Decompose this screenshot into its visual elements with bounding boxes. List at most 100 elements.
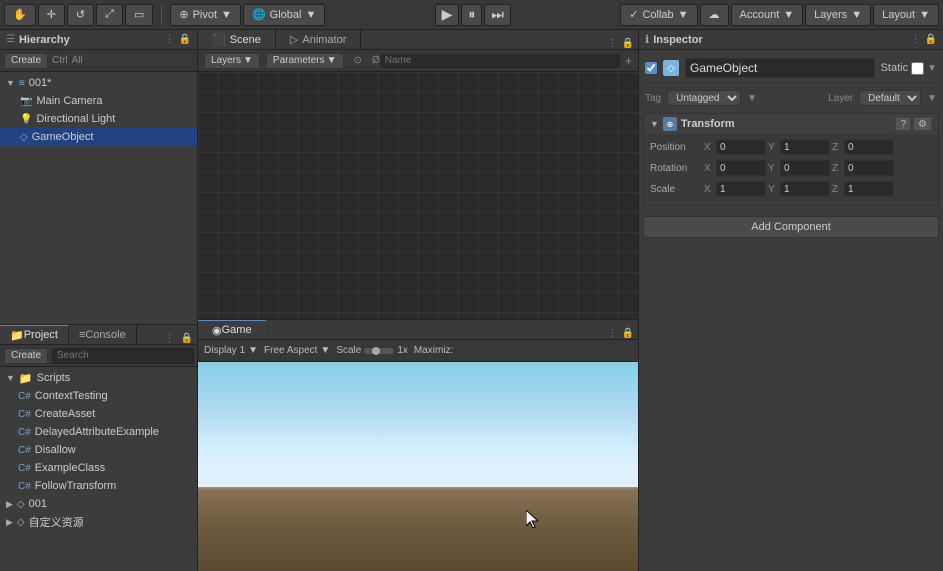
- project-item-createasset[interactable]: C# CreateAsset: [0, 405, 197, 423]
- pos-x-axis: X: [704, 142, 714, 153]
- scene-parameters-button[interactable]: Parameters ▼: [266, 53, 344, 69]
- transform-settings-button[interactable]: ⚙: [913, 117, 932, 131]
- project-item-disallow[interactable]: C# Disallow: [0, 441, 197, 459]
- project-search-input[interactable]: [52, 348, 194, 364]
- display-arrow: ▼: [248, 345, 258, 356]
- project-create-button[interactable]: Create: [4, 348, 48, 364]
- position-label: Position: [650, 142, 700, 153]
- scale-z-input[interactable]: [844, 181, 894, 197]
- scale-x-input[interactable]: [716, 181, 766, 197]
- scene-add-icon[interactable]: +: [621, 54, 632, 68]
- transform-arrow-icon: ▼: [650, 119, 659, 129]
- account-button[interactable]: Account ▼: [731, 4, 804, 26]
- inspector-options-icon[interactable]: ⋮: [911, 34, 921, 45]
- scene-lock-icon[interactable]: 🔒: [622, 38, 638, 49]
- scene-layers-button[interactable]: Layers ▼: [204, 53, 260, 69]
- rot-x-axis: X: [704, 163, 714, 174]
- hierarchy-scene-item[interactable]: ▼ ≡ 001*: [0, 74, 197, 92]
- scene-toggle-icon[interactable]: ⊙: [350, 55, 366, 66]
- layout-button[interactable]: Layout ▼: [873, 4, 939, 26]
- hand-tool-button[interactable]: ✋: [4, 4, 36, 26]
- project-item-exampleclass[interactable]: C# ExampleClass: [0, 459, 197, 477]
- game-lock-icon[interactable]: 🔒: [622, 328, 638, 339]
- transform-header[interactable]: ▼ ⊕ Transform ? ⚙: [644, 114, 938, 134]
- pause-button[interactable]: ⏸: [461, 4, 482, 26]
- transform-fields: Position X Y Z: [644, 134, 938, 205]
- game-section: ◉ Game ⋮ 🔒 Display 1 ▼ Free Aspect ▼ Sca…: [198, 320, 638, 571]
- hierarchy-create-button[interactable]: Create: [4, 53, 48, 69]
- project-scripts-folder[interactable]: ▼ 📁 Scripts: [0, 369, 197, 387]
- transform-book-button[interactable]: ?: [895, 117, 911, 131]
- gameobject-name-input[interactable]: [685, 58, 875, 78]
- hierarchy-camera-item[interactable]: 📷 Main Camera: [0, 92, 197, 110]
- scene-options-icon[interactable]: ⋮: [608, 38, 622, 49]
- project-item-followtransform[interactable]: C# FollowTransform: [0, 477, 197, 495]
- hierarchy-light-item[interactable]: 💡 Directional Light: [0, 110, 197, 128]
- hierarchy-ctrl-label: Ctrl: [52, 55, 68, 66]
- hierarchy-gameobject-item[interactable]: ◇ GameObject: [0, 128, 197, 146]
- scale-label: Scale: [336, 345, 361, 356]
- step-button[interactable]: ⏭: [484, 4, 511, 26]
- gameobject-enabled-checkbox[interactable]: [645, 62, 657, 74]
- maximize-control[interactable]: Maximiz:: [414, 345, 453, 356]
- tab-game[interactable]: ◉ Game: [198, 320, 266, 339]
- hierarchy-lock-icon[interactable]: 🔒: [179, 34, 191, 45]
- pos-x-item: X: [704, 139, 766, 155]
- rotate-tool-button[interactable]: ↺: [67, 4, 94, 26]
- tab-scene[interactable]: ⬛ Scene: [198, 30, 276, 49]
- project-item-delayed[interactable]: C# DelayedAttributeExample: [0, 423, 197, 441]
- project-item-contexttesting[interactable]: C# ContextTesting: [0, 387, 197, 405]
- hierarchy-options-icon[interactable]: ⋮: [165, 34, 175, 45]
- camera-icon: 📷: [20, 96, 32, 107]
- rot-x-input[interactable]: [716, 160, 766, 176]
- pivot-button[interactable]: ⊕ Pivot ▼: [170, 4, 241, 26]
- add-component-button[interactable]: Add Component: [643, 216, 939, 238]
- scale-control[interactable]: Scale 1x: [336, 345, 408, 356]
- hierarchy-panel: ☰ Hierarchy ⋮ 🔒 Create Ctrl All ▼ ≡ 001*: [0, 30, 197, 325]
- rot-y-input[interactable]: [780, 160, 830, 176]
- scene-search-input[interactable]: [380, 53, 621, 69]
- pos-y-input[interactable]: [780, 139, 830, 155]
- game-options-icon[interactable]: ⋮: [608, 328, 622, 339]
- game-view[interactable]: [198, 362, 638, 571]
- pos-z-input[interactable]: [844, 139, 894, 155]
- rot-y-item: Y: [768, 160, 830, 176]
- scale-z-axis: Z: [832, 184, 842, 195]
- tab-animator[interactable]: ▷ Animator: [276, 30, 362, 49]
- aspect-selector[interactable]: Free Aspect ▼: [264, 345, 330, 356]
- inspector-lock-icon[interactable]: 🔒: [925, 34, 937, 45]
- global-button[interactable]: 🌐 Global ▼: [243, 4, 325, 26]
- project-001-folder[interactable]: ▶ ◇ 001: [0, 495, 197, 513]
- scale-track[interactable]: [364, 348, 394, 354]
- rotation-xyz-group: X Y Z: [704, 160, 932, 176]
- rot-z-input[interactable]: [844, 160, 894, 176]
- static-checkbox[interactable]: [911, 62, 924, 75]
- inspector-content: ◇ Static ▼ Tag Untagged ▼ Layer Default: [639, 50, 943, 571]
- tab-console[interactable]: ≡ Console: [69, 325, 137, 344]
- inspector-title: Inspector: [653, 34, 703, 46]
- rect-tool-button[interactable]: ▭: [125, 4, 153, 26]
- sky-gradient: [198, 362, 638, 487]
- project-toolbar: Create 🔍 ↺ ★: [0, 345, 197, 367]
- project-options-icon[interactable]: ⋮: [165, 333, 181, 344]
- game-tab-icon: ◉: [212, 324, 222, 337]
- layer-dropdown[interactable]: Default: [859, 90, 921, 106]
- play-button[interactable]: ▶: [435, 4, 460, 26]
- static-dropdown-arrow[interactable]: ▼: [927, 63, 937, 74]
- display-selector[interactable]: Display 1 ▼: [204, 345, 258, 356]
- layers-button[interactable]: Layers ▼: [805, 4, 871, 26]
- animator-tab-label: Animator: [302, 34, 346, 46]
- script-name-1: ContextTesting: [35, 390, 108, 402]
- cloud-button[interactable]: ☁: [700, 4, 729, 26]
- scale-z-item: Z: [832, 181, 894, 197]
- tab-project[interactable]: 📁 Project: [0, 325, 69, 344]
- move-tool-button[interactable]: ✛: [38, 4, 65, 26]
- tag-dropdown[interactable]: Untagged: [667, 90, 741, 106]
- pos-x-input[interactable]: [716, 139, 766, 155]
- scene-view[interactable]: [198, 72, 638, 319]
- scale-y-input[interactable]: [780, 181, 830, 197]
- project-lock-icon[interactable]: 🔒: [181, 333, 197, 344]
- scale-tool-button[interactable]: ⤢: [96, 4, 123, 26]
- collab-button[interactable]: ✓ Collab ▼: [620, 4, 697, 26]
- project-custom-folder[interactable]: ▶ ◇ 自定义资源: [0, 513, 197, 531]
